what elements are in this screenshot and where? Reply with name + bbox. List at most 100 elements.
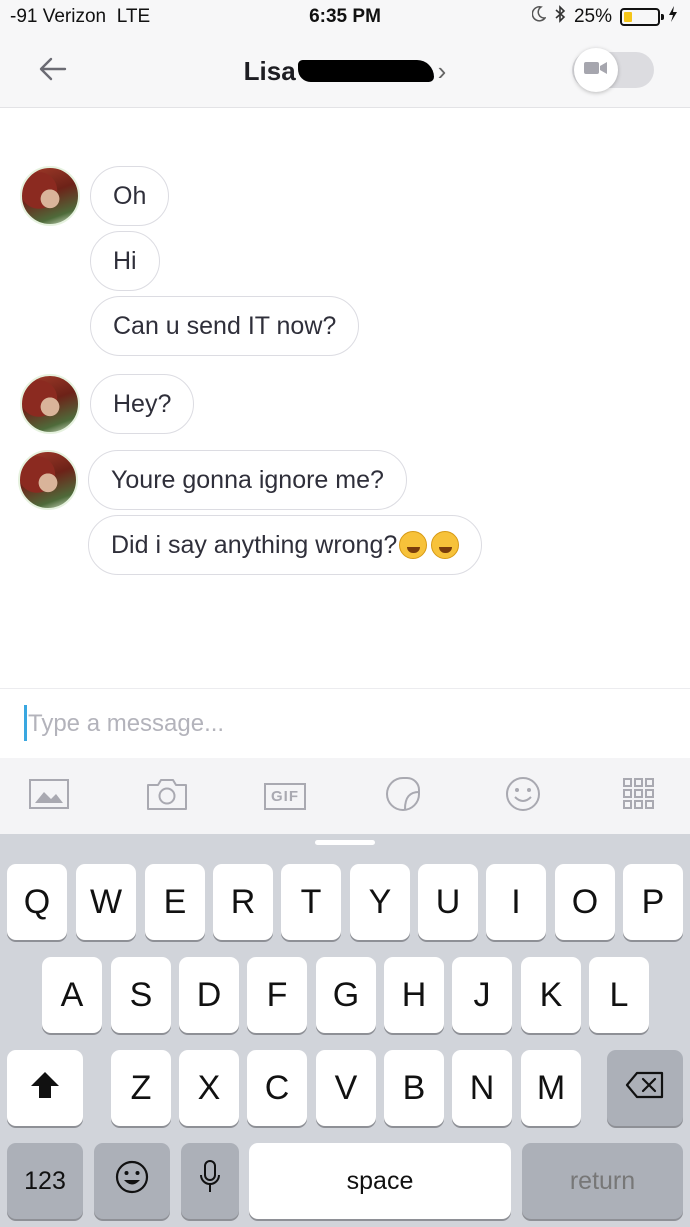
key-label: F [266,975,288,1014]
key-n[interactable]: N [452,1050,512,1126]
apps-button[interactable] [617,776,661,816]
key-label: P [641,882,665,921]
key-label: W [89,882,123,921]
key-label: A [60,975,84,1014]
key-label: T [300,882,322,921]
key-p[interactable]: P [623,864,683,940]
video-toggle-knob [574,48,618,92]
key-b[interactable]: B [384,1050,444,1126]
key-c[interactable]: C [247,1050,307,1126]
key-label: Q [23,882,51,921]
avatar[interactable] [18,450,78,510]
avatar[interactable] [20,374,80,434]
message-bubble[interactable]: Oh [90,166,170,226]
battery-fill [624,12,632,22]
return-key[interactable]: return [522,1143,683,1219]
key-z[interactable]: Z [111,1050,171,1126]
chevron-right-icon: › [437,56,447,86]
key-label: R [230,882,256,921]
key-d[interactable]: D [179,957,239,1033]
key-f[interactable]: F [247,957,307,1033]
status-bar: -91 Verizon LTE 6:35 PM 25% [0,0,690,34]
key-label: X [197,1068,221,1107]
grinning-sweat-emoji-icon [399,531,428,559]
key-x[interactable]: X [179,1050,239,1126]
key-w[interactable]: W [76,864,136,940]
key-s[interactable]: S [111,957,171,1033]
video-call-toggle[interactable] [572,48,654,92]
key-label: Z [130,1068,152,1107]
key-label: C [264,1068,290,1107]
key-r[interactable]: R [213,864,273,940]
message-bubble[interactable]: Did i say anything wrong? [88,515,483,575]
status-icons: 25% [531,5,678,29]
gif-icon: GIF [264,782,306,810]
key-q[interactable]: Q [7,864,67,940]
message-text: Youre gonna ignore me? [111,465,384,494]
conversation-header: Lisa › [0,34,690,108]
text-cursor [24,705,27,741]
key-label: B [402,1068,426,1107]
key-a[interactable]: A [42,957,102,1033]
camera-button[interactable] [145,776,189,816]
battery-tip [661,14,664,20]
key-y[interactable]: Y [350,864,410,940]
space-key[interactable]: space [249,1143,511,1219]
backspace-key[interactable] [607,1050,683,1126]
key-m[interactable]: M [521,1050,581,1126]
message-bubble[interactable]: Hi [90,231,160,291]
smiley-icon [504,775,542,818]
image-icon [29,778,69,815]
numbers-key[interactable]: 123 [7,1143,83,1219]
message-text: Oh [113,181,147,210]
key-label: K [539,975,563,1014]
bluetooth-icon [554,5,566,29]
upside-down-face-emoji-icon [431,531,460,559]
key-label: J [473,975,491,1014]
key-j[interactable]: J [452,957,512,1033]
sticker-icon [384,775,422,818]
key-label: Y [368,882,392,921]
camera-icon [146,777,188,816]
message-text: Can u send IT now? [113,311,337,340]
key-g[interactable]: G [316,957,376,1033]
grid-icon [622,777,656,816]
key-t[interactable]: T [281,864,341,940]
emoji-button[interactable] [501,776,545,816]
redaction-mark [297,60,434,82]
keyboard-handle[interactable] [315,840,375,845]
key-label: M [536,1068,566,1107]
battery-icon [620,8,664,26]
key-label: E [163,882,187,921]
key-label: N [469,1068,495,1107]
emoji-key[interactable] [94,1143,170,1219]
sticker-button[interactable] [381,776,425,816]
image-button[interactable] [27,776,71,816]
key-h[interactable]: H [384,957,444,1033]
avatar[interactable] [20,166,80,226]
key-label: S [129,975,153,1014]
key-v[interactable]: V [316,1050,376,1126]
key-label: G [332,975,360,1014]
gif-button[interactable]: GIF [263,776,307,816]
backspace-icon [625,1069,665,1108]
message-bubble[interactable]: Hey? [90,374,195,434]
dictation-key[interactable] [181,1143,239,1219]
key-u[interactable]: U [418,864,478,940]
message-input[interactable] [28,707,628,741]
key-label: H [401,975,427,1014]
key-i[interactable]: I [486,864,546,940]
key-l[interactable]: L [589,957,649,1033]
shift-key[interactable] [7,1050,83,1126]
key-k[interactable]: K [521,957,581,1033]
keyboard: Q W E R T Y U I O P A S D F G H J K L Z … [0,834,690,1227]
shift-arrow-icon [30,1069,60,1108]
key-o[interactable]: O [555,864,615,940]
battery-percent: 25% [573,6,612,27]
message-bubble[interactable]: Can u send IT now? [90,296,360,356]
attachment-toolbar: GIF [0,758,690,834]
message-list[interactable]: Oh Hi Can u send IT now? Hey? Youre gonn… [0,108,690,688]
key-e[interactable]: E [145,864,205,940]
message-text: Hey? [113,389,172,418]
message-bubble[interactable]: Youre gonna ignore me? [88,450,407,510]
